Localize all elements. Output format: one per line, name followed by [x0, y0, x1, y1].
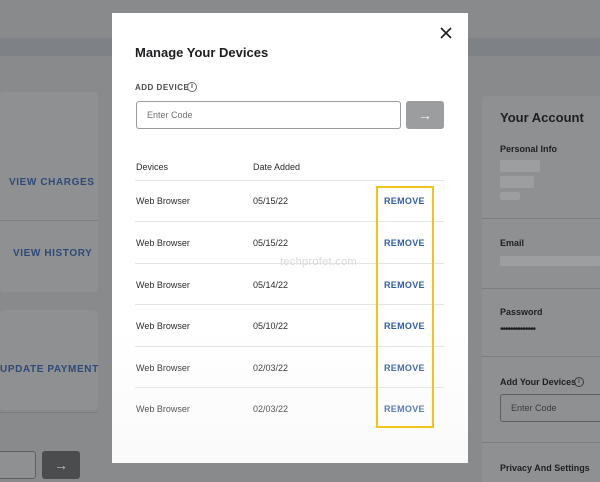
arrow-right-icon: → — [418, 107, 432, 123]
device-name: Web Browser — [136, 196, 190, 206]
device-name: Web Browser — [136, 363, 190, 373]
divider — [482, 442, 600, 443]
device-date: 05/10/22 — [253, 321, 289, 331]
blurred-text — [500, 176, 534, 188]
privacy-settings-label[interactable]: Privacy And Settings — [500, 463, 590, 473]
background-code-input[interactable] — [0, 451, 36, 479]
personal-info-label: Personal Info — [500, 144, 558, 154]
blurred-text — [500, 256, 600, 266]
background-submit-button[interactable]: → — [42, 451, 80, 479]
divider — [482, 288, 600, 289]
account-title: Your Account — [500, 110, 584, 125]
email-label: Email — [500, 238, 525, 248]
device-name: Web Browser — [136, 321, 190, 331]
billing-card — [0, 92, 98, 292]
device-code-input[interactable] — [136, 101, 401, 129]
payment-card — [0, 310, 98, 410]
blurred-text — [500, 160, 540, 172]
divider — [482, 218, 600, 219]
highlight-box — [376, 186, 434, 428]
divider — [482, 356, 600, 357]
device-date: 05/14/22 — [253, 280, 289, 290]
add-device-label: ADD DEVICE — [135, 83, 190, 92]
device-date: 02/03/22 — [253, 404, 289, 414]
divider — [135, 180, 444, 181]
add-devices-label: Add Your Devices — [500, 377, 577, 387]
blurred-text — [500, 192, 520, 200]
info-icon[interactable]: i — [187, 82, 197, 92]
divider — [0, 220, 98, 221]
devices-column-header: Devices — [136, 162, 169, 172]
device-date: 05/15/22 — [253, 196, 289, 206]
close-icon — [440, 27, 452, 39]
watermark-text: techprofet.com — [280, 256, 357, 268]
submit-code-button[interactable]: → — [406, 101, 444, 129]
divider — [0, 412, 98, 413]
password-value: •••••••••••••• — [500, 324, 536, 335]
arrow-right-icon: → — [54, 457, 68, 473]
update-payment-link[interactable]: UPDATE PAYMENT — [0, 364, 99, 375]
account-code-input[interactable]: Enter Code — [500, 394, 600, 422]
password-label: Password — [500, 307, 543, 317]
date-added-column-header: Date Added — [253, 162, 301, 172]
info-icon: i — [574, 377, 584, 387]
view-charges-link[interactable]: VIEW CHARGES — [9, 177, 95, 188]
device-date: 05/15/22 — [253, 238, 289, 248]
device-date: 02/03/22 — [253, 363, 289, 373]
modal-title: Manage Your Devices — [135, 45, 269, 60]
device-name: Web Browser — [136, 238, 190, 248]
view-history-link[interactable]: VIEW HISTORY — [13, 248, 92, 259]
device-name: Web Browser — [136, 280, 190, 290]
close-button[interactable] — [438, 25, 454, 41]
device-name: Web Browser — [136, 404, 190, 414]
